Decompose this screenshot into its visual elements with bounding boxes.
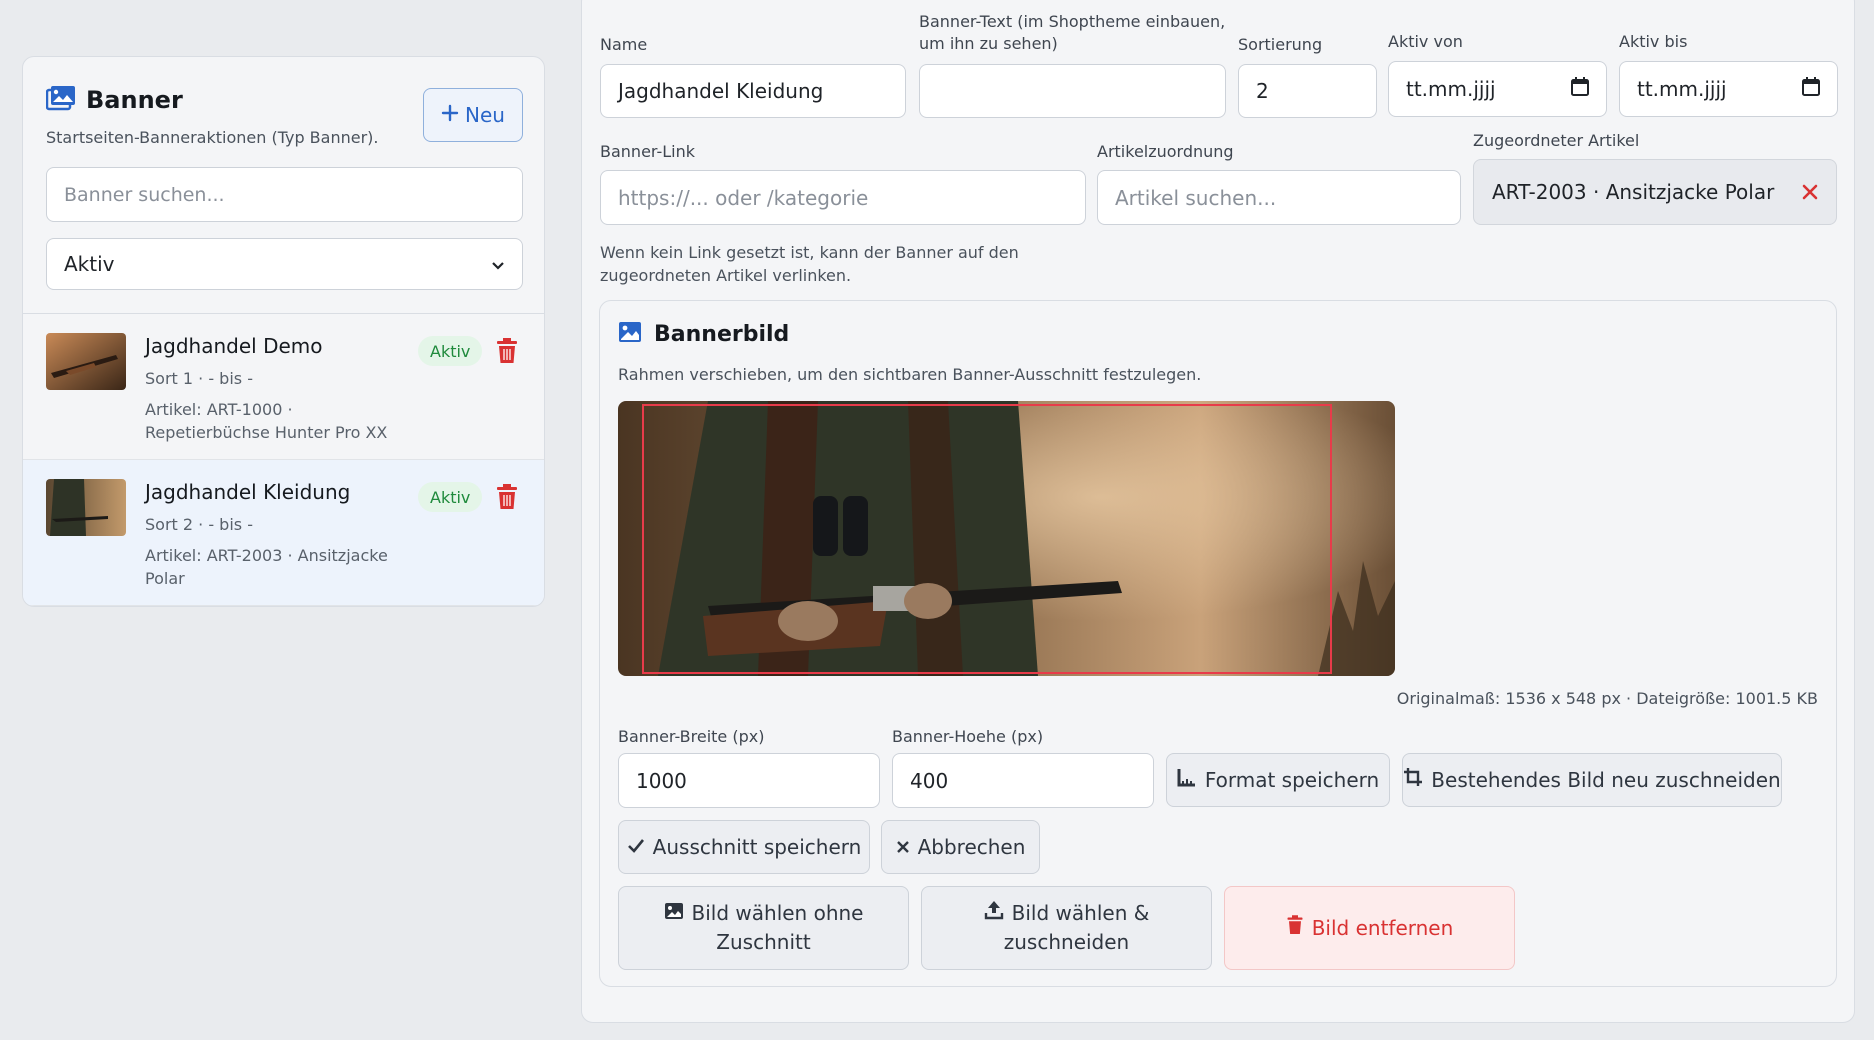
image-original-info: Originalmaß: 1536 x 548 px · Dateigröße:… bbox=[1396, 689, 1818, 708]
list-item-article: Artikel: ART-1000 · Repetierbüchse Hunte… bbox=[145, 400, 388, 442]
list-item[interactable]: Jagdhandel Demo Sort 1 · - bis - Artikel… bbox=[23, 314, 544, 460]
banner-list: Jagdhandel Demo Sort 1 · - bis - Artikel… bbox=[23, 313, 544, 606]
recrop-label: Bestehendes Bild neu zuschneiden bbox=[1431, 767, 1781, 792]
banner-text-input[interactable] bbox=[919, 64, 1226, 118]
chevron-down-icon bbox=[491, 252, 505, 276]
choose-image-no-crop-button[interactable]: Bild wählen ohne Zuschnitt bbox=[618, 886, 909, 970]
banner-image-card: Bannerbild Rahmen verschieben, um den si… bbox=[599, 300, 1837, 987]
crop-save-button[interactable]: Ausschnitt speichern bbox=[618, 820, 870, 874]
banner-link-input[interactable]: https://... oder /kategorie bbox=[600, 170, 1086, 225]
choose-crop-label-2: zuschneiden bbox=[1003, 930, 1130, 954]
sidebar-header: Banner Startseiten-Banneraktionen (Typ B… bbox=[23, 57, 544, 313]
banner-sidebar: Banner Startseiten-Banneraktionen (Typ B… bbox=[22, 56, 545, 607]
assigned-article-label: Zugeordneter Artikel bbox=[1473, 131, 1640, 150]
close-icon bbox=[896, 833, 910, 862]
recrop-button[interactable]: Bestehendes Bild neu zuschneiden bbox=[1402, 753, 1782, 807]
assigned-article-chip: ART-2003 · Ansitzjacke Polar bbox=[1473, 159, 1837, 225]
format-save-button[interactable]: Format speichern bbox=[1166, 753, 1390, 807]
trash-icon bbox=[1286, 914, 1304, 943]
sort-input[interactable]: 2 bbox=[1238, 64, 1377, 118]
choose-no-crop-label-2: Zuschnitt bbox=[716, 930, 811, 954]
banner-thumbnail bbox=[46, 479, 126, 536]
cancel-button[interactable]: Abbrechen bbox=[881, 820, 1040, 874]
close-icon[interactable] bbox=[1802, 178, 1818, 206]
banner-text-label: Banner-Text (im Shoptheme einbauen, um i… bbox=[919, 12, 1226, 53]
banner-height-input[interactable]: 400 bbox=[892, 753, 1154, 808]
banner-width-input[interactable]: 1000 bbox=[618, 753, 880, 808]
plus-icon bbox=[441, 103, 459, 127]
list-item-meta: Sort 1 · - bis - bbox=[145, 369, 253, 388]
active-to-label: Aktiv bis bbox=[1619, 32, 1688, 51]
status-filter-select[interactable]: Aktiv bbox=[46, 238, 523, 290]
list-item-title: Jagdhandel Kleidung bbox=[145, 480, 351, 504]
calendar-icon[interactable] bbox=[1802, 77, 1820, 101]
active-from-value: tt.mm.jjjj bbox=[1406, 77, 1496, 101]
status-badge: Aktiv bbox=[418, 482, 483, 512]
list-item[interactable]: Jagdhandel Kleidung Sort 2 · - bis - Art… bbox=[23, 460, 544, 606]
banner-image-preview[interactable] bbox=[618, 401, 1395, 676]
upload-icon bbox=[984, 899, 1004, 928]
calendar-icon[interactable] bbox=[1571, 77, 1589, 101]
sidebar-title-row: Banner bbox=[45, 85, 183, 115]
banner-height-label: Banner-Hoehe (px) bbox=[892, 727, 1044, 746]
active-to-input[interactable]: tt.mm.jjjj bbox=[1619, 61, 1838, 117]
active-from-input[interactable]: tt.mm.jjjj bbox=[1388, 61, 1607, 117]
list-item-meta: Sort 2 · - bis - bbox=[145, 515, 253, 534]
active-to-value: tt.mm.jjjj bbox=[1637, 77, 1727, 101]
trash-icon[interactable] bbox=[495, 338, 519, 364]
choose-crop-label-1: Bild wählen & bbox=[1011, 901, 1150, 925]
banner-search-input[interactable] bbox=[46, 167, 523, 222]
active-from-label: Aktiv von bbox=[1388, 32, 1463, 51]
name-input[interactable]: Jagdhandel Kleidung bbox=[600, 64, 906, 118]
ruler-icon bbox=[1177, 766, 1197, 795]
image-card-title: Bannerbild bbox=[654, 321, 790, 347]
article-search-input[interactable]: Artikel suchen... bbox=[1097, 170, 1461, 225]
image-icon bbox=[664, 899, 684, 928]
status-badge: Aktiv bbox=[418, 336, 483, 366]
sidebar-title: Banner bbox=[86, 86, 183, 114]
remove-image-button[interactable]: Bild entfernen bbox=[1224, 886, 1515, 970]
sort-label: Sortierung bbox=[1238, 35, 1323, 54]
list-item-title: Jagdhandel Demo bbox=[145, 334, 323, 358]
banner-width-label: Banner-Breite (px) bbox=[618, 727, 765, 746]
images-icon bbox=[45, 85, 76, 115]
assigned-article-value: ART-2003 · Ansitzjacke Polar bbox=[1492, 180, 1775, 204]
banner-thumbnail bbox=[46, 333, 126, 390]
cancel-label: Abbrechen bbox=[917, 834, 1026, 859]
remove-image-label: Bild entfernen bbox=[1311, 915, 1454, 940]
article-assign-label: Artikelzuordnung bbox=[1097, 142, 1234, 161]
image-card-subtitle: Rahmen verschieben, um den sichtbaren Ba… bbox=[618, 365, 1202, 384]
image-icon bbox=[618, 321, 642, 347]
status-filter-value: Aktiv bbox=[64, 252, 115, 276]
crop-icon bbox=[1403, 766, 1423, 795]
choose-image-crop-button[interactable]: Bild wählen & zuschneiden bbox=[921, 886, 1212, 970]
choose-no-crop-label-1: Bild wählen ohne bbox=[691, 901, 864, 925]
banner-link-label: Banner-Link bbox=[600, 142, 695, 161]
image-card-title-row: Bannerbild bbox=[618, 321, 789, 347]
crop-frame[interactable] bbox=[642, 404, 1332, 674]
sidebar-subtitle: Startseiten-Banneraktionen (Typ Banner). bbox=[46, 128, 379, 147]
name-label: Name bbox=[600, 35, 648, 54]
new-banner-button[interactable]: Neu bbox=[423, 88, 523, 142]
link-hint: Wenn kein Link gesetzt ist, kann der Ban… bbox=[600, 243, 1019, 285]
new-button-label: Neu bbox=[465, 103, 505, 127]
format-save-label: Format speichern bbox=[1204, 767, 1380, 792]
check-icon bbox=[627, 833, 645, 862]
crop-save-label: Ausschnitt speichern bbox=[652, 834, 862, 859]
trash-icon[interactable] bbox=[495, 484, 519, 510]
list-item-article: Artikel: ART-2003 · Ansitzjacke Polar bbox=[145, 546, 388, 588]
